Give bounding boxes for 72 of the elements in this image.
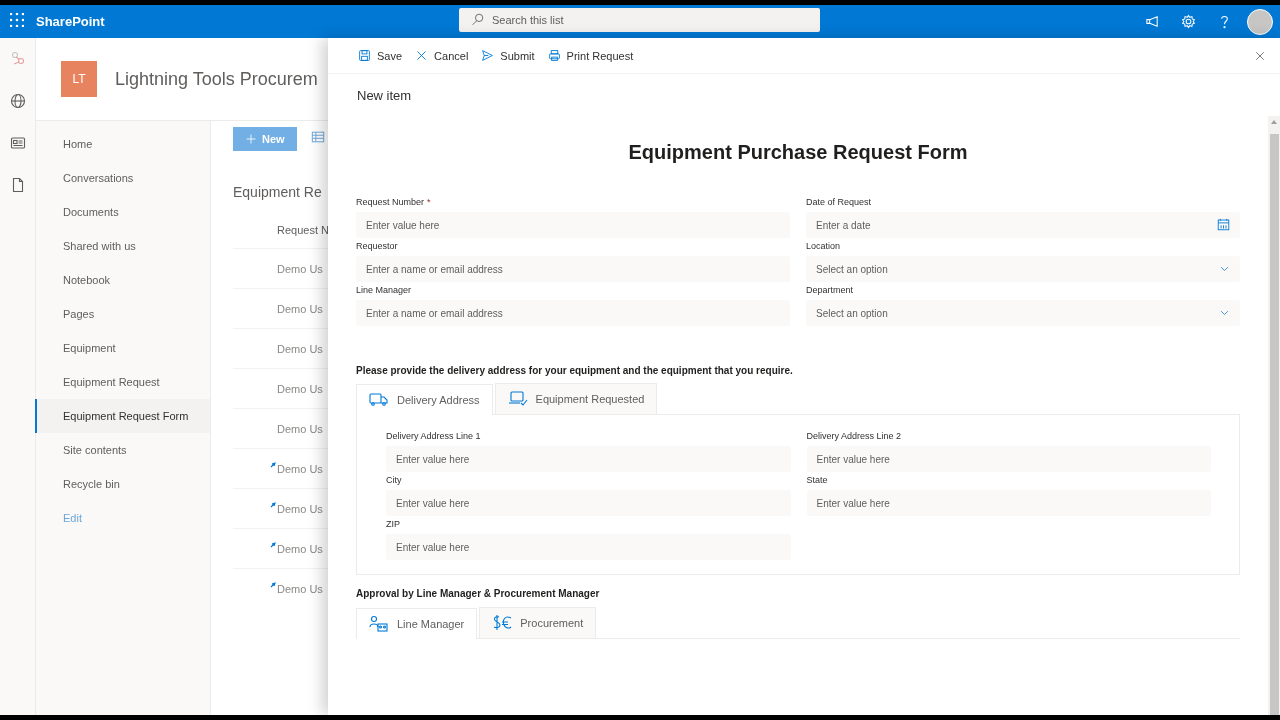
scrollbar[interactable] [1268,116,1280,715]
printer-icon [547,49,561,62]
field-label: Line Manager [356,285,412,295]
table-cell: Demo Us [277,382,323,395]
table-cell: Demo Us [277,422,323,435]
input-field[interactable]: Enter a name or email address [356,256,790,282]
tab[interactable]: Delivery Address [356,384,493,415]
form-title: Equipment Purchase Request Form [627,140,969,165]
nav-item[interactable]: Equipment [35,331,210,365]
nav-item[interactable]: Home [35,127,210,161]
cancel-button[interactable]: Cancel [411,40,475,71]
table-cell: Demo Us [277,462,323,475]
avatar[interactable] [1247,8,1273,35]
section-text: Please provide the delivery address for your equipment and the equipment that you require. [356,365,794,376]
submit-button[interactable]: Submit [477,40,541,71]
close-icon [415,49,429,62]
table-cell: Demo Us [277,502,323,515]
site-title[interactable]: Lightning Tools Procurem [115,68,318,90]
field-label: Delivery Address Line 1 [386,431,481,441]
dropdown[interactable]: Select an option [806,256,1240,282]
date-field[interactable]: Enter a date [806,212,1240,238]
table-cell: Demo Us [277,262,323,275]
tab[interactable]: Equipment Requested [494,383,658,414]
table-cell: Demo Us [277,542,323,555]
field-label: Requestor [356,241,398,251]
table-cell: Demo Us [277,582,323,595]
input-field[interactable]: Enter a name or email address [356,300,790,326]
field-label: Department [806,285,854,295]
nav-item[interactable]: Pages [35,297,210,331]
nav-item[interactable]: Site contents [35,433,210,467]
field-label: Delivery Address Line 2 [806,431,902,441]
plus-icon [245,132,257,145]
field-label: Request Number [356,197,425,207]
currency-icon [492,613,513,633]
close-icon [1254,49,1266,62]
scroll-up-icon[interactable] [1271,119,1277,124]
input-field[interactable]: Enter value here [386,490,791,516]
field-label: State [806,475,828,485]
nav-item[interactable]: Equipment Request Form [35,399,210,433]
nav-item[interactable]: Conversations [35,161,210,195]
field-label: Date of Request [806,197,872,207]
dropdown[interactable]: Select an option [806,300,1240,326]
nav-item[interactable]: Equipment Request [35,365,210,399]
field-label: City [386,475,402,485]
column-header[interactable]: Request N [233,224,328,248]
tab[interactable]: Line Manager [356,608,478,639]
search-field[interactable]: Search this list [459,8,820,32]
people-icon [369,614,389,634]
list-title: Equipment Re [233,184,323,200]
nav-item[interactable]: Documents [35,195,210,229]
input-field[interactable]: Enter value here [386,534,791,560]
print-button[interactable]: Print Request [543,40,640,71]
input-field[interactable]: Enter value here [806,446,1211,472]
input-field[interactable]: Enter value here [806,490,1211,516]
field-label: Location [806,241,841,251]
calendar-icon[interactable] [1217,217,1230,233]
send-icon [481,49,495,62]
tab[interactable]: Procurement [479,607,597,638]
nav-item[interactable]: Shared with us [35,229,210,263]
section-heading: Approval by Line Manager & Procurement Manager [356,588,601,599]
search-icon [471,12,484,28]
table-cell: Demo Us [277,342,323,355]
save-button[interactable]: Save [354,40,409,71]
app-name[interactable]: SharePoint [36,14,105,29]
table-cell: Demo Us [277,302,323,315]
nav-item[interactable]: Recycle bin [35,467,210,501]
panel-heading: New item [356,87,413,105]
input-field[interactable]: Enter value here [356,212,790,238]
field-label: ZIP [386,519,400,529]
nav-item[interactable]: Notebook [35,263,210,297]
required-marker: * [427,197,431,207]
input-field[interactable]: Enter value here [386,446,791,472]
